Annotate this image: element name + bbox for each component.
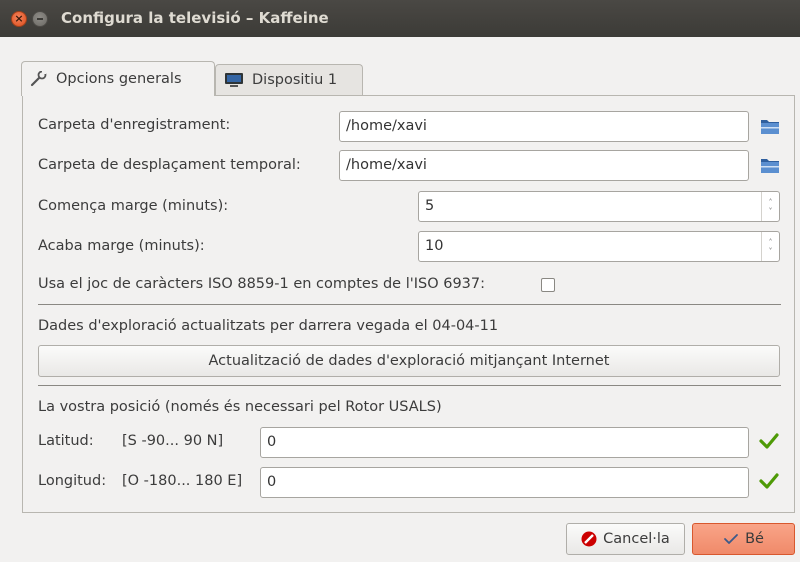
iso-charset-label: Usa el joc de caràcters ISO 8859-1 en co…: [38, 276, 486, 292]
latitude-input[interactable]: 0: [260, 427, 749, 458]
tab-device-1-label: Dispositiu 1: [252, 72, 338, 88]
iso-charset-checkbox[interactable]: [541, 278, 555, 292]
monitor-icon: [224, 72, 244, 88]
longitude-input[interactable]: 0: [260, 467, 749, 498]
update-scan-data-button[interactable]: Actualització de dades d'exploració mitj…: [38, 345, 780, 377]
window-titlebar: × Configura la televisió – Kaffeine: [0, 0, 800, 37]
cancel-label: Cancel·la: [603, 531, 670, 547]
close-icon[interactable]: ×: [11, 11, 27, 27]
begin-margin-value: 5: [425, 198, 435, 214]
tab-device-1[interactable]: Dispositiu 1: [215, 64, 363, 95]
latitude-label: Latitud:: [38, 433, 94, 449]
ok-label: Bé: [745, 531, 764, 547]
recording-folder-input[interactable]: /home/xavi: [339, 111, 749, 142]
cancel-icon: [581, 531, 597, 547]
valid-check-icon: [759, 472, 779, 490]
end-margin-spinbox[interactable]: 10 ˄ ˅: [418, 231, 780, 262]
spin-arrows-icon[interactable]: ˄ ˅: [761, 192, 779, 221]
update-scan-data-label: Actualització de dades d'exploració mitj…: [208, 353, 610, 369]
window-title: Configura la televisió – Kaffeine: [61, 9, 329, 27]
folder-icon[interactable]: [759, 115, 781, 137]
begin-margin-spinbox[interactable]: 5 ˄ ˅: [418, 191, 780, 222]
longitude-range: [O -180... 180 E]: [122, 473, 243, 489]
ok-button[interactable]: Bé: [692, 523, 795, 555]
valid-check-icon: [759, 432, 779, 450]
end-margin-value: 10: [425, 238, 444, 254]
spin-arrows-icon[interactable]: ˄ ˅: [761, 232, 779, 261]
end-margin-label: Acaba marge (minuts):: [38, 238, 205, 254]
timeshift-folder-label: Carpeta de desplaçament temporal:: [38, 157, 301, 173]
position-heading: La vostra posició (només és necessari pe…: [38, 399, 442, 415]
begin-margin-label: Comença marge (minuts):: [38, 198, 229, 214]
folder-icon[interactable]: [759, 154, 781, 176]
cancel-button[interactable]: Cancel·la: [566, 523, 685, 555]
checkmark-icon: [723, 532, 739, 546]
minimize-icon[interactable]: [32, 11, 48, 27]
longitude-label: Longitud:: [38, 473, 107, 489]
separator: [38, 385, 781, 386]
separator: [38, 304, 781, 305]
tab-general-options-label: Opcions generals: [56, 71, 182, 87]
scan-data-status: Dades d'exploració actualitzats per darr…: [38, 318, 499, 334]
timeshift-folder-input[interactable]: /home/xavi: [339, 150, 749, 181]
latitude-range: [S -90... 90 N]: [122, 433, 224, 449]
wrench-icon: [30, 71, 48, 87]
tab-general-options[interactable]: Opcions generals: [21, 61, 215, 96]
recording-folder-label: Carpeta d'enregistrament:: [38, 117, 231, 133]
